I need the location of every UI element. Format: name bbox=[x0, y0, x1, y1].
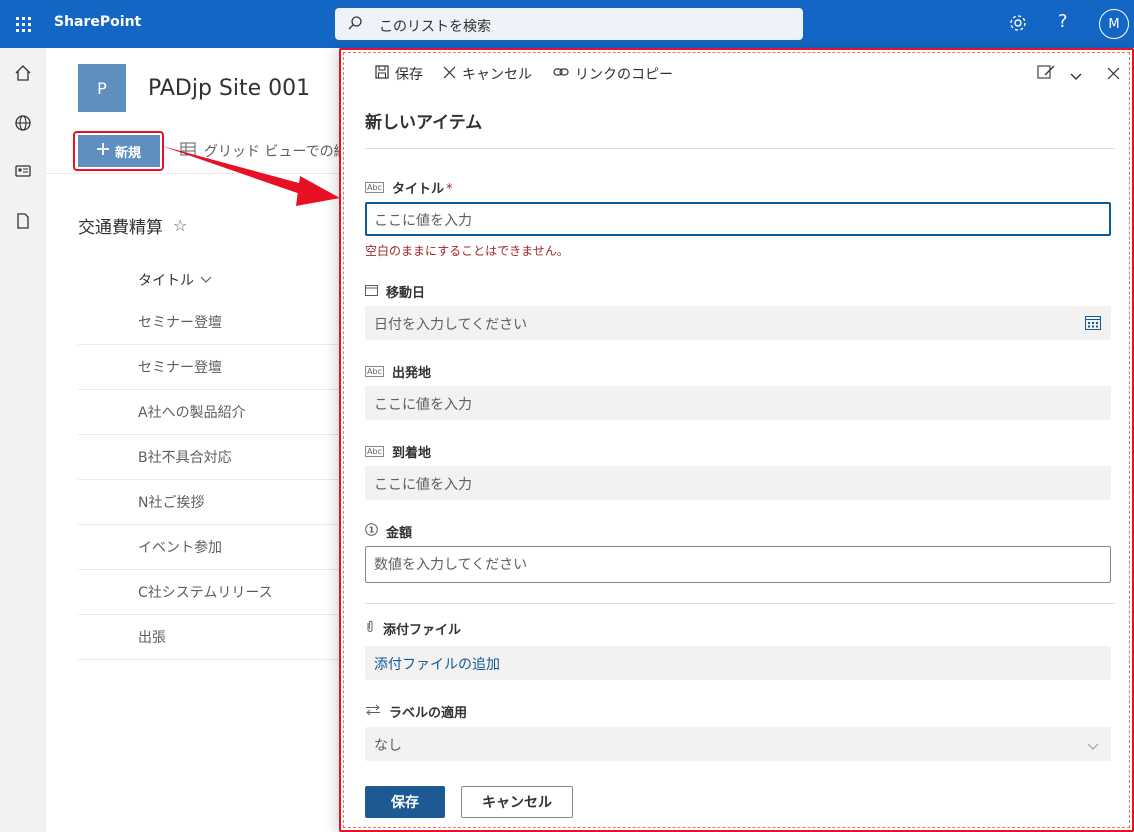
search-box[interactable]: このリストを検索 bbox=[335, 8, 803, 40]
text-field-icon: Abc bbox=[365, 182, 384, 193]
site-logo[interactable]: P bbox=[78, 64, 126, 112]
file-icon[interactable] bbox=[12, 210, 34, 232]
annotation-arrow bbox=[162, 146, 340, 206]
copy-link-label: リンクのコピー bbox=[575, 67, 673, 83]
travel-date-label-text: 移動日 bbox=[386, 286, 426, 301]
help-button[interactable]: ? bbox=[1058, 11, 1068, 32]
new-button-highlight bbox=[73, 131, 164, 171]
app-launcher-button[interactable] bbox=[0, 0, 46, 48]
favorite-star-icon[interactable]: ☆ bbox=[173, 216, 187, 235]
list-row[interactable]: イベント参加 bbox=[78, 525, 346, 570]
new-item-panel: 保存 キャンセル リンクのコピー 新しいアイテム Abc タイトル * ここに値を… bbox=[339, 48, 1134, 832]
amount-input[interactable]: 数値を入力してください bbox=[365, 546, 1111, 583]
column-header-label: タイトル bbox=[138, 273, 194, 289]
search-input[interactable]: このリストを検索 bbox=[379, 16, 491, 36]
travel-date-placeholder: 日付を入力してください bbox=[374, 317, 528, 333]
title-input[interactable]: ここに値を入力 bbox=[365, 202, 1111, 236]
attachments-label-text: 添付ファイル bbox=[383, 623, 462, 638]
title-error-message: 空白のままにすることはできません。 bbox=[365, 244, 569, 258]
number-icon: 1 bbox=[365, 523, 378, 540]
add-attachment-link[interactable]: 添付ファイルの追加 bbox=[374, 657, 500, 673]
left-rail bbox=[0, 48, 46, 832]
label-apply-label-text: ラベルの適用 bbox=[389, 706, 468, 721]
suite-bar: SharePoint このリストを検索 ? M bbox=[0, 0, 1134, 48]
close-panel-icon[interactable] bbox=[1107, 65, 1120, 84]
chevron-down-icon bbox=[1087, 739, 1099, 755]
list-row[interactable]: 出張 bbox=[78, 615, 346, 660]
panel-cancel-button[interactable]: キャンセル bbox=[443, 64, 532, 84]
list-row[interactable]: セミナー登壇 bbox=[78, 345, 346, 390]
required-mark: * bbox=[445, 182, 453, 197]
attachments-label: 添付ファイル bbox=[365, 619, 461, 638]
panel-save-label: 保存 bbox=[395, 67, 423, 83]
column-header-title[interactable]: タイトル bbox=[138, 270, 212, 290]
list-title-text: 交通費精算 bbox=[78, 218, 163, 238]
link-icon bbox=[553, 66, 569, 82]
search-icon bbox=[347, 15, 363, 35]
app-name[interactable]: SharePoint bbox=[54, 14, 141, 30]
title-label-text: タイトル bbox=[391, 182, 444, 197]
destination-label: Abc 到着地 bbox=[365, 442, 431, 461]
calendar-icon bbox=[365, 284, 378, 300]
news-icon[interactable] bbox=[12, 160, 34, 182]
waffle-icon bbox=[15, 16, 31, 32]
edit-form-icon[interactable] bbox=[1037, 64, 1057, 84]
destination-label-text: 到着地 bbox=[391, 446, 431, 461]
amount-label: 1 金額 bbox=[365, 522, 412, 541]
cancel-button[interactable]: キャンセル bbox=[461, 786, 573, 818]
travel-date-label: 移動日 bbox=[365, 282, 425, 301]
amount-label-text: 金額 bbox=[386, 526, 413, 541]
divider bbox=[365, 603, 1115, 604]
origin-label-text: 出発地 bbox=[391, 366, 431, 381]
origin-input[interactable]: ここに値を入力 bbox=[365, 386, 1111, 420]
close-x-icon bbox=[443, 66, 456, 83]
list-row[interactable]: C社システムリリース bbox=[78, 570, 346, 615]
list-row[interactable]: N社ご挨拶 bbox=[78, 480, 346, 525]
svg-text:1: 1 bbox=[369, 526, 375, 535]
title-field-label: Abc タイトル * bbox=[365, 178, 452, 197]
label-apply-label: ラベルの適用 bbox=[365, 702, 467, 721]
list-row[interactable]: セミナー登壇 bbox=[78, 300, 346, 345]
paperclip-icon bbox=[365, 620, 375, 637]
list-row[interactable]: A社への製品紹介 bbox=[78, 390, 346, 435]
text-field-icon: Abc bbox=[365, 446, 384, 457]
divider bbox=[365, 148, 1115, 149]
site-title[interactable]: PADjp Site 001 bbox=[148, 76, 310, 101]
list-title: 交通費精算 ☆ bbox=[78, 213, 187, 238]
chevron-down-icon bbox=[200, 272, 212, 288]
settings-gear-icon[interactable] bbox=[1007, 12, 1029, 38]
label-select-value: なし bbox=[374, 738, 402, 754]
panel-heading: 新しいアイテム bbox=[365, 113, 483, 133]
save-disk-icon bbox=[375, 65, 389, 83]
globe-icon[interactable] bbox=[12, 112, 34, 134]
chevron-down-icon[interactable] bbox=[1070, 66, 1082, 85]
list-row[interactable]: B社不具合対応 bbox=[78, 435, 346, 480]
label-select[interactable]: なし bbox=[365, 727, 1111, 761]
home-icon[interactable] bbox=[12, 62, 34, 84]
copy-link-button[interactable]: リンクのコピー bbox=[553, 64, 673, 84]
label-swap-icon bbox=[365, 704, 381, 720]
text-field-icon: Abc bbox=[365, 366, 384, 377]
destination-input[interactable]: ここに値を入力 bbox=[365, 466, 1111, 500]
save-button[interactable]: 保存 bbox=[365, 786, 445, 818]
attachments-area: 添付ファイルの追加 bbox=[365, 646, 1111, 680]
origin-label: Abc 出発地 bbox=[365, 362, 431, 381]
list-rows: セミナー登壇 セミナー登壇 A社への製品紹介 B社不具合対応 N社ご挨拶 イベン… bbox=[78, 300, 346, 660]
travel-date-input[interactable]: 日付を入力してください bbox=[365, 306, 1111, 340]
date-picker-icon[interactable] bbox=[1085, 315, 1101, 334]
panel-save-button[interactable]: 保存 bbox=[375, 64, 423, 84]
user-avatar[interactable]: M bbox=[1099, 9, 1129, 39]
panel-cancel-label: キャンセル bbox=[462, 67, 532, 83]
